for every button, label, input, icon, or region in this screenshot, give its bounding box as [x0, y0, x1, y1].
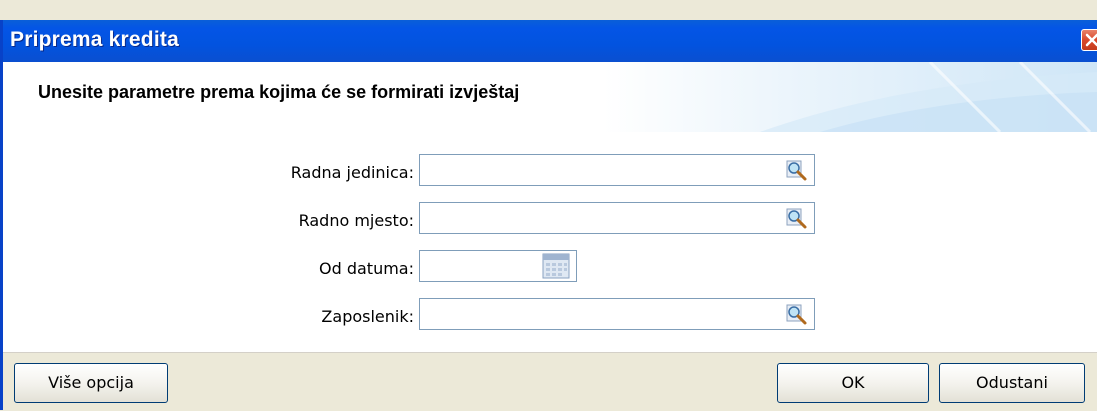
dialog-header: Unesite parametre prema kojima će se for… — [0, 62, 1097, 132]
close-button[interactable] — [1081, 29, 1097, 51]
cancel-button[interactable]: Odustani — [939, 363, 1085, 403]
close-icon — [1085, 33, 1097, 47]
instruction-heading: Unesite parametre prema kojima će se for… — [38, 82, 520, 102]
lookup-icon[interactable] — [784, 302, 808, 326]
more-options-button[interactable]: Više opcija — [14, 363, 168, 403]
radno-mjesto-input[interactable] — [419, 202, 815, 234]
od-datuma-label: Od datuma: — [319, 259, 414, 278]
window-title: Priprema kredita — [10, 28, 179, 51]
window-border-left — [0, 20, 3, 410]
zaposlenik-label: Zaposlenik: — [321, 307, 414, 326]
radna-jedinica-label: Radna jedinica: — [290, 163, 414, 182]
button-bar: Više opcija OK Odustani — [0, 352, 1097, 411]
title-bar[interactable]: Priprema kredita — [0, 20, 1097, 62]
dialog-window: Priprema kredita Unesite parametre prema… — [0, 0, 1097, 411]
lookup-icon[interactable] — [784, 206, 808, 230]
zaposlenik-input[interactable] — [419, 298, 815, 330]
calendar-icon[interactable] — [542, 253, 570, 279]
radno-mjesto-label: Radno mjesto: — [298, 211, 414, 230]
parameters-form: Radna jedinica: Radno mjesto: Od datuma: — [0, 132, 1097, 352]
radna-jedinica-input[interactable] — [419, 154, 815, 186]
lookup-icon[interactable] — [784, 158, 808, 182]
od-datuma-input[interactable] — [419, 250, 577, 282]
ok-button[interactable]: OK — [777, 363, 929, 403]
